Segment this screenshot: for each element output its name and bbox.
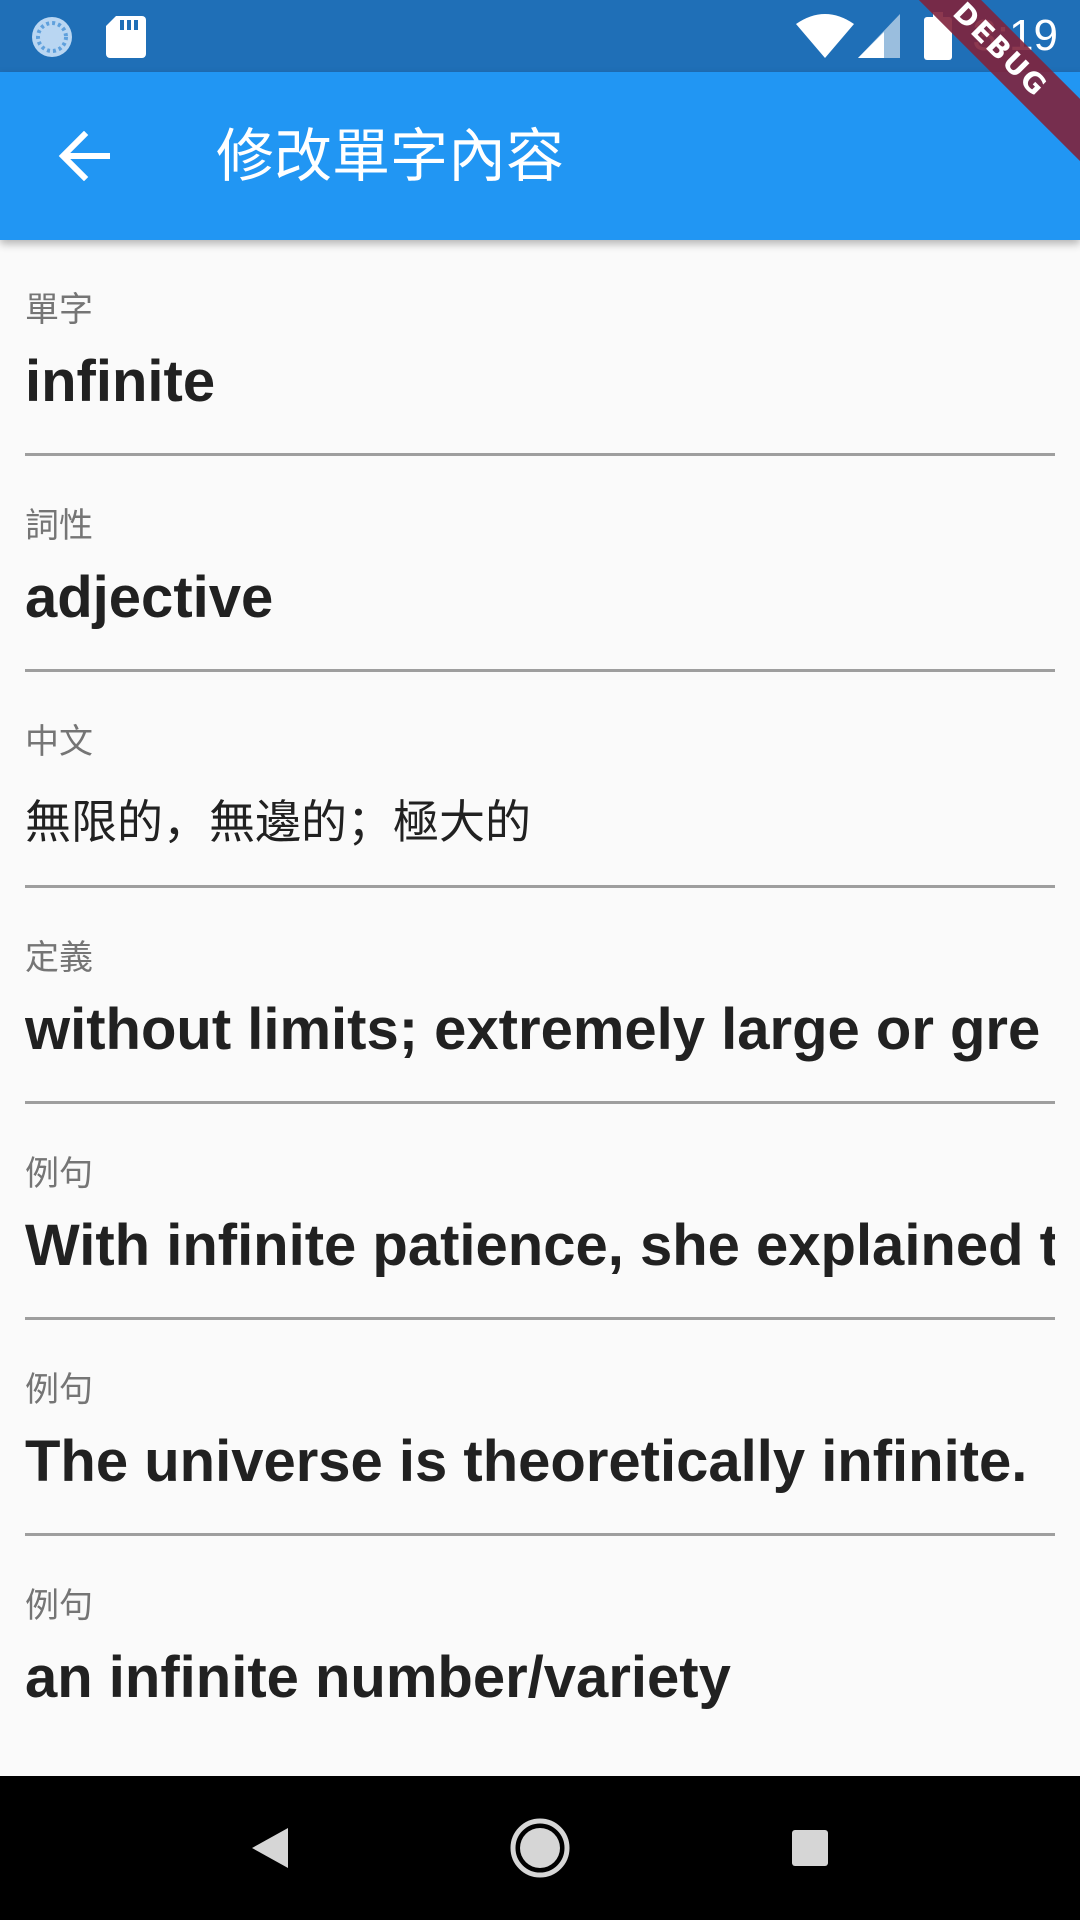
arrow-back-icon	[58, 131, 110, 181]
field-label: 例句	[25, 1370, 93, 1410]
back-button[interactable]	[40, 112, 128, 200]
example-input-1[interactable]: With infinite patience, she explained t	[25, 1210, 1055, 1282]
field-example-3[interactable]: 例句 an infinite number/variety	[25, 1536, 1055, 1752]
field-example-1[interactable]: 例句 With infinite patience, she explained…	[25, 1104, 1055, 1320]
status-bar: 3:19	[0, 0, 1080, 72]
chinese-input[interactable]: 無限的，無邊的；極大的	[25, 786, 531, 858]
nav-recents-button[interactable]	[774, 1812, 846, 1884]
example-input-2[interactable]: The universe is theoretically infinite.	[25, 1426, 1027, 1498]
sd-card-icon	[106, 16, 146, 58]
field-label: 例句	[25, 1154, 93, 1194]
field-definition[interactable]: 定義 without limits; extremely large or gr…	[25, 888, 1055, 1104]
field-label: 詞性	[25, 506, 93, 546]
nav-back-button[interactable]	[234, 1812, 306, 1884]
field-label: 定義	[25, 938, 93, 978]
page-title: 修改單字內容	[216, 122, 565, 190]
field-label: 單字	[25, 290, 93, 330]
word-input[interactable]: infinite	[25, 346, 215, 418]
app-bar: 修改單字內容	[0, 72, 1080, 240]
home-circle-icon	[510, 1818, 570, 1878]
field-example-2[interactable]: 例句 The universe is theoretically infinit…	[25, 1320, 1055, 1536]
recents-square-icon	[792, 1830, 828, 1866]
field-word[interactable]: 單字 infinite	[25, 240, 1055, 456]
wifi-icon	[796, 14, 854, 58]
signal-icon	[858, 14, 900, 58]
part-of-speech-input[interactable]: adjective	[25, 562, 273, 634]
system-nav-bar	[0, 1776, 1080, 1920]
word-edit-form: 單字 infinite 詞性 adjective 中文 無限的，無邊的；極大的 …	[0, 240, 1080, 1776]
field-label: 中文	[25, 722, 93, 762]
field-label: 例句	[25, 1586, 93, 1626]
back-triangle-icon	[252, 1828, 288, 1868]
definition-input[interactable]: without limits; extremely large or gre	[25, 994, 1040, 1066]
example-input-3[interactable]: an infinite number/variety	[25, 1642, 731, 1714]
field-part-of-speech[interactable]: 詞性 adjective	[25, 456, 1055, 672]
nav-home-button[interactable]	[504, 1812, 576, 1884]
field-chinese[interactable]: 中文 無限的，無邊的；極大的	[25, 672, 1055, 888]
sync-icon	[32, 17, 72, 57]
